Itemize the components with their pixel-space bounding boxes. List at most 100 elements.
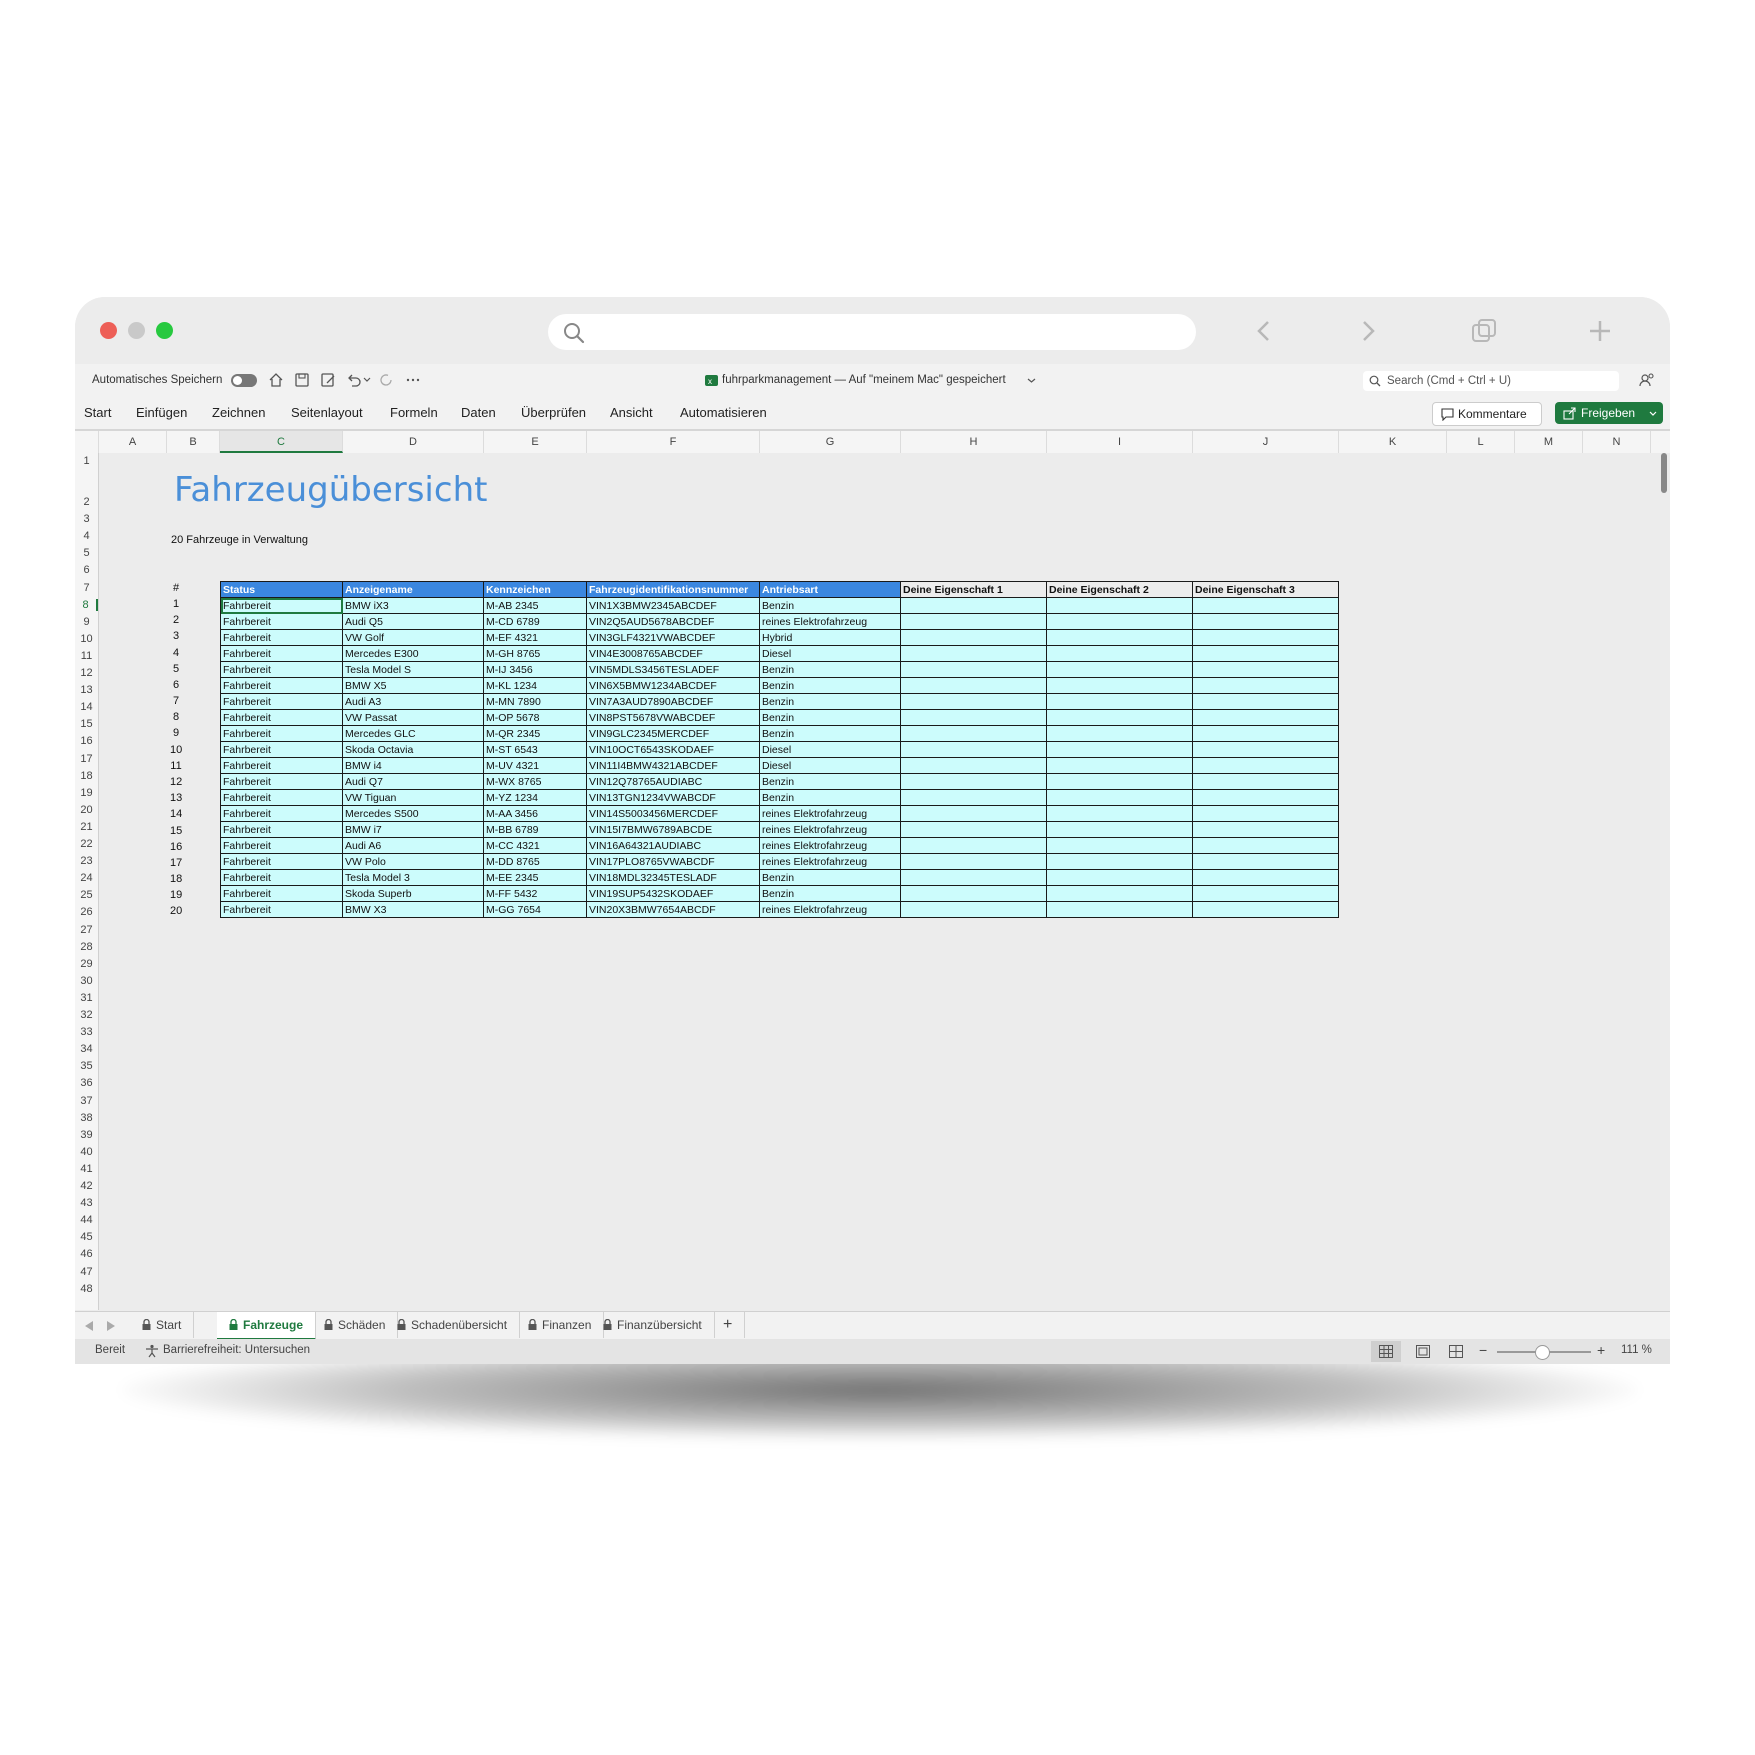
cell-drive[interactable]: reines Elektrofahrzeug	[759, 805, 901, 822]
cell-custom-property[interactable]	[1046, 677, 1193, 694]
cell-status[interactable]: Fahrbereit	[220, 837, 343, 854]
cell-plate[interactable]: M-YZ 1234	[483, 789, 587, 806]
cell-drive[interactable]: Benzin	[759, 725, 901, 742]
cell-name[interactable]: Mercedes GLC	[342, 725, 484, 742]
row-header-26[interactable]: 26	[75, 906, 98, 918]
row-header-16[interactable]: 16	[75, 735, 98, 747]
column-title-3[interactable]: Kennzeichen	[483, 581, 587, 598]
cell-status[interactable]: Fahrbereit	[220, 853, 343, 870]
cell-drive[interactable]: reines Elektrofahrzeug	[759, 901, 901, 918]
row-header-31[interactable]: 31	[75, 992, 98, 1004]
cell-plate[interactable]: M-UV 4321	[483, 757, 587, 774]
cell-vin[interactable]: VIN7A3AUD7890ABCDEF	[586, 693, 760, 710]
cell-status[interactable]: Fahrbereit	[220, 693, 343, 710]
zoom-in-icon[interactable]: +	[1597, 1342, 1605, 1358]
row-header-38[interactable]: 38	[75, 1112, 98, 1124]
zoom-slider-thumb[interactable]	[1535, 1345, 1550, 1360]
cell-name[interactable]: Tesla Model S	[342, 661, 484, 678]
row-header-30[interactable]: 30	[75, 975, 98, 987]
cell-custom-property[interactable]	[1046, 821, 1193, 838]
autosave-toggle[interactable]	[231, 374, 257, 387]
cell-drive[interactable]: reines Elektrofahrzeug	[759, 821, 901, 838]
column-title-4[interactable]: Fahrzeugidentifikationsnummer	[586, 581, 760, 598]
menu-ansicht[interactable]: Ansicht	[610, 396, 653, 430]
cell-drive[interactable]: Diesel	[759, 645, 901, 662]
row-header-48[interactable]: 48	[75, 1283, 98, 1295]
cell-custom-property[interactable]	[1192, 901, 1339, 918]
row-header-11[interactable]: 11	[75, 650, 98, 662]
cell-custom-property[interactable]	[1192, 645, 1339, 662]
sheet-tab-2[interactable]: Fahrzeuge	[217, 1312, 317, 1340]
cell-custom-property[interactable]	[1192, 629, 1339, 646]
row-header-10[interactable]: 10	[75, 633, 98, 645]
cell-name[interactable]: Skoda Superb	[342, 885, 484, 902]
cell-drive[interactable]: Benzin	[759, 885, 901, 902]
cell-custom-property[interactable]	[1046, 789, 1193, 806]
row-header-35[interactable]: 35	[75, 1060, 98, 1072]
column-header-d[interactable]: D	[343, 431, 484, 453]
row-header-37[interactable]: 37	[75, 1095, 98, 1107]
row-header-2[interactable]: 2	[75, 496, 98, 508]
cell-custom-property[interactable]	[1192, 789, 1339, 806]
menu-formeln[interactable]: Formeln	[390, 396, 438, 430]
column-title-8[interactable]: Deine Eigenschaft 3	[1192, 581, 1339, 598]
new-tab-icon[interactable]	[1584, 315, 1616, 347]
column-header-f[interactable]: F	[587, 431, 760, 453]
cell-status[interactable]: Fahrbereit	[220, 805, 343, 822]
cell-plate[interactable]: M-MN 7890	[483, 693, 587, 710]
cell-status[interactable]: Fahrbereit	[220, 741, 343, 758]
tab-scroll-right-icon[interactable]	[106, 1321, 115, 1331]
row-header-20[interactable]: 20	[75, 804, 98, 816]
column-header-n[interactable]: N	[1583, 431, 1651, 453]
cell-custom-property[interactable]	[900, 773, 1047, 790]
cell-custom-property[interactable]	[1192, 661, 1339, 678]
save-icon[interactable]	[294, 372, 310, 388]
cell-plate[interactable]: M-CC 4321	[483, 837, 587, 854]
close-window-button[interactable]	[100, 322, 117, 339]
row-header-32[interactable]: 32	[75, 1009, 98, 1021]
cell-vin[interactable]: VIN5MDLS3456TESLADEF	[586, 661, 760, 678]
cell-status[interactable]: Fahrbereit	[220, 597, 343, 614]
cell-status[interactable]: Fahrbereit	[220, 757, 343, 774]
accessibility-status[interactable]: Barrierefreiheit: Untersuchen	[163, 1344, 310, 1356]
cell-drive[interactable]: Benzin	[759, 693, 901, 710]
row-header-24[interactable]: 24	[75, 872, 98, 884]
row-header-45[interactable]: 45	[75, 1231, 98, 1243]
tab-overview-icon[interactable]	[1468, 315, 1500, 347]
cell-custom-property[interactable]	[1046, 693, 1193, 710]
row-header-28[interactable]: 28	[75, 941, 98, 953]
cell-custom-property[interactable]	[1192, 709, 1339, 726]
menu-ueberpruefen[interactable]: Überprüfen	[521, 396, 586, 430]
back-icon[interactable]	[1248, 315, 1280, 347]
cell-plate[interactable]: M-FF 5432	[483, 885, 587, 902]
column-header-k[interactable]: K	[1339, 431, 1447, 453]
cell-plate[interactable]: M-WX 8765	[483, 773, 587, 790]
cell-vin[interactable]: VIN19SUP5432SKODAEF	[586, 885, 760, 902]
row-header-9[interactable]: 9	[75, 616, 98, 628]
cell-name[interactable]: VW Golf	[342, 629, 484, 646]
sheet-tab-4[interactable]: Schadenübersicht	[385, 1312, 521, 1338]
cell-name[interactable]: BMW iX3	[342, 597, 484, 614]
column-title-5[interactable]: Antriebsart	[759, 581, 901, 598]
cell-custom-property[interactable]	[900, 677, 1047, 694]
cell-status[interactable]: Fahrbereit	[220, 821, 343, 838]
cell-vin[interactable]: VIN10OCT6543SKODAEF	[586, 741, 760, 758]
minimize-window-button[interactable]	[128, 322, 145, 339]
page-layout-icon[interactable]	[1416, 1345, 1430, 1358]
forward-icon[interactable]	[1352, 315, 1384, 347]
cell-vin[interactable]: VIN8PST5678VWABCDEF	[586, 709, 760, 726]
cell-name[interactable]: BMW X5	[342, 677, 484, 694]
column-header-e[interactable]: E	[484, 431, 587, 453]
home-icon[interactable]	[268, 372, 284, 388]
cell-custom-property[interactable]	[1192, 757, 1339, 774]
cell-drive[interactable]: reines Elektrofahrzeug	[759, 837, 901, 854]
vehicle-table[interactable]: Status Anzeigename Kennzeichen Fahrzeugiden…	[220, 581, 1339, 918]
cell-status[interactable]: Fahrbereit	[220, 773, 343, 790]
cell-plate[interactable]: M-CD 6789	[483, 613, 587, 630]
cell-vin[interactable]: VIN9GLC2345MERCDEF	[586, 725, 760, 742]
cell-drive[interactable]: Diesel	[759, 757, 901, 774]
title-chevron-down-icon[interactable]	[1027, 376, 1036, 385]
row-header-27[interactable]: 27	[75, 924, 98, 936]
row-header-1[interactable]: 1	[75, 455, 98, 467]
column-header-o[interactable]: O	[1651, 431, 1670, 453]
